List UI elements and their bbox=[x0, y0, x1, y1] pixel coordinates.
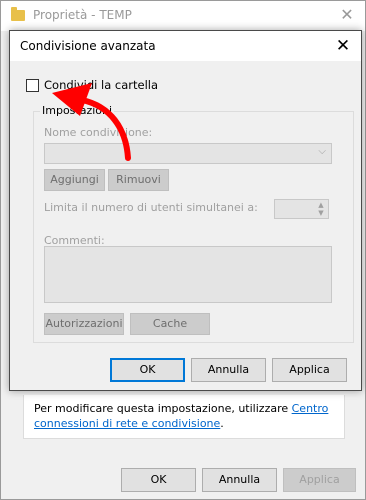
spin-up-icon: ▲ bbox=[318, 201, 324, 209]
share-name-dropdown: ⌵ bbox=[44, 143, 332, 164]
dialog-cancel-button[interactable]: Annulla bbox=[191, 358, 266, 382]
network-info-text: Per modificare questa impostazione, util… bbox=[34, 402, 329, 430]
share-folder-label[interactable]: Condividi la cartella bbox=[44, 78, 158, 92]
dialog-title: Condivisione avanzata bbox=[20, 39, 156, 53]
network-info-box: Per modificare questa impostazione, util… bbox=[23, 395, 345, 439]
add-button: Aggiungi bbox=[44, 169, 105, 191]
background-window-title: Proprietà - TEMP bbox=[33, 8, 132, 22]
background-titlebar: Proprietà - TEMP ✕ bbox=[1, 1, 365, 31]
share-folder-checkbox[interactable] bbox=[26, 79, 39, 92]
background-ok-button[interactable]: OK bbox=[121, 468, 196, 492]
settings-group-title: Impostazioni bbox=[40, 104, 115, 117]
chevron-down-icon: ⌵ bbox=[318, 146, 326, 157]
spin-down-icon: ▼ bbox=[318, 209, 324, 217]
comments-textarea bbox=[44, 246, 332, 303]
limit-users-label: Limita il numero di utenti simultanei a: bbox=[44, 201, 258, 214]
share-name-label: Nome condivisione: bbox=[44, 126, 153, 139]
folder-icon bbox=[11, 7, 25, 21]
dialog-ok-button[interactable]: OK bbox=[110, 358, 185, 382]
dialog-close-icon[interactable]: ✕ bbox=[331, 35, 355, 57]
advanced-sharing-dialog: Condivisione avanzata ✕ Condividi la car… bbox=[9, 30, 362, 391]
limit-users-spinner: ▲ ▼ bbox=[274, 199, 329, 219]
background-cancel-button[interactable]: Annulla bbox=[202, 468, 277, 492]
dialog-apply-button[interactable]: Applica bbox=[272, 358, 347, 382]
background-close-icon[interactable]: ✕ bbox=[337, 5, 357, 25]
remove-button: Rimuovi bbox=[108, 169, 169, 191]
cache-button: Cache bbox=[130, 313, 210, 335]
dialog-titlebar: Condivisione avanzata ✕ bbox=[10, 31, 361, 61]
background-apply-button: Applica bbox=[283, 468, 356, 492]
permissions-button: Autorizzazioni bbox=[44, 313, 124, 335]
